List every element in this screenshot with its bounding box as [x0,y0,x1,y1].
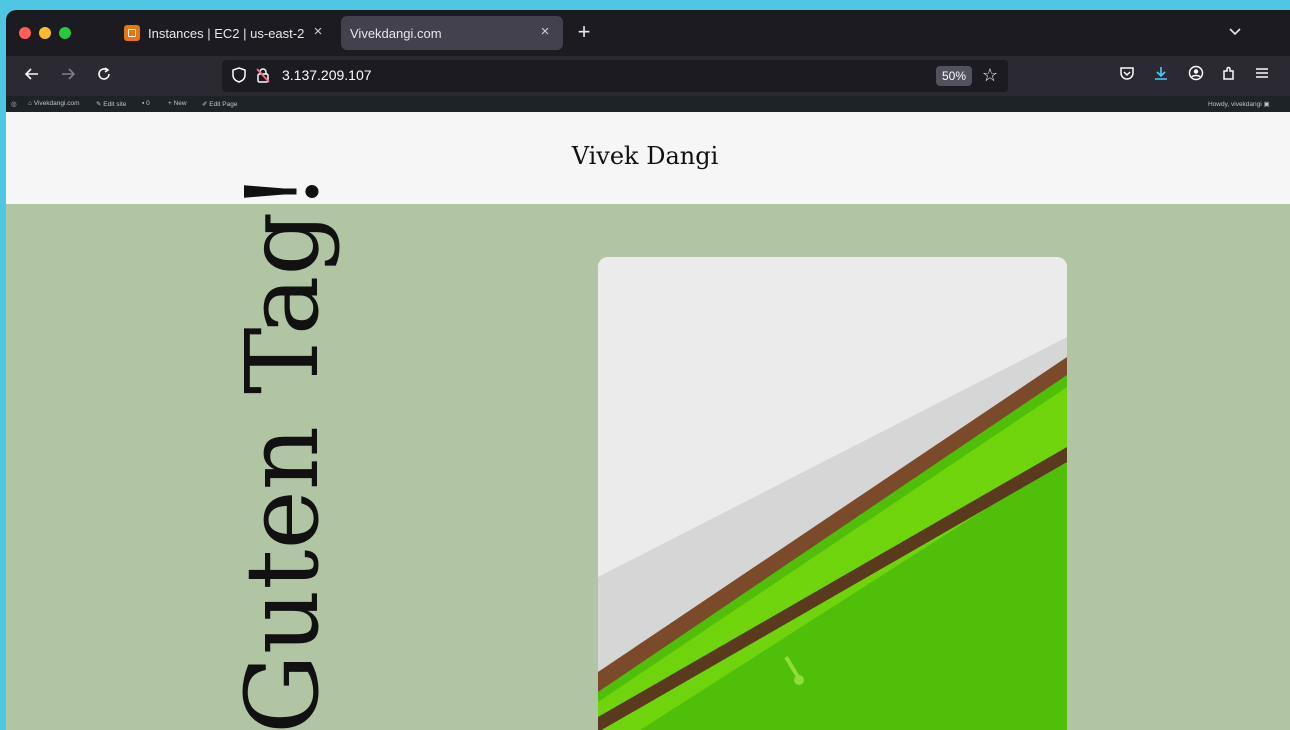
wp-site-name-label: Vivekdangi.com [33,100,80,107]
tab-strip: Instances | EC2 | us-east-2 × Vivekdangi… [6,10,1290,56]
tracking-protection-shield-icon[interactable] [230,66,248,84]
browser-window: Instances | EC2 | us-east-2 × Vivekdangi… [6,10,1290,730]
tab-label: Instances | EC2 | us-east-2 [148,25,305,41]
wordpress-logo-icon[interactable]: ◎ [11,100,17,108]
back-icon[interactable] [20,64,44,88]
minimize-window-button[interactable] [39,27,51,39]
tab-ec2-instances[interactable]: Instances | EC2 | us-east-2 × [116,16,336,50]
bookmark-star-icon[interactable]: ☆ [980,65,1000,85]
close-tab-icon[interactable]: × [310,24,326,40]
wp-new-label: New [173,100,187,107]
tab-label: Vivekdangi.com [350,25,442,41]
wp-edit-page-label: Edit Page [209,101,238,108]
wp-edit-site-label: Edit site [103,101,127,108]
wp-comments-count: 0 [146,100,150,107]
wp-admin-bar: ◎ ⌂ Vivekdangi.com ✎ Edit site ▪ 0 + New… [6,96,1290,112]
hero-image-staircase [598,257,1067,730]
reload-icon[interactable] [92,64,116,88]
url-bar[interactable]: 3.137.209.107 50% ☆ [222,60,1008,92]
menu-icon[interactable] [1251,65,1273,87]
wp-site-name-link[interactable]: ⌂ Vivekdangi.com [28,100,80,107]
new-tab-button[interactable]: + [574,21,594,43]
forward-icon[interactable] [56,64,80,88]
hero-heading: Guten Tag! [224,171,341,730]
account-icon[interactable] [1185,65,1207,87]
wp-new-link[interactable]: + New [168,100,187,107]
close-window-button[interactable] [19,27,31,39]
staircase-illustration [598,257,1067,730]
insecure-lock-icon[interactable] [254,66,272,84]
url-text[interactable]: 3.137.209.107 [282,67,372,83]
aws-ec2-icon [124,25,140,41]
wp-howdy-account[interactable]: Howdy, vivekdangi ▣ [1208,100,1270,108]
navigation-toolbar: 3.137.209.107 50% ☆ [6,56,1290,96]
site-title[interactable]: Vivek Dangi [6,142,1284,170]
site-header: Vivek Dangi [6,112,1290,204]
wp-edit-page-link[interactable]: ✐ Edit Page [202,100,237,108]
tab-vivekdangi[interactable]: Vivekdangi.com × [341,16,563,50]
downloads-icon[interactable] [1150,65,1172,87]
hero-section: Guten Tag! [6,171,1290,730]
pocket-icon[interactable] [1116,65,1138,87]
wp-edit-site-link[interactable]: ✎ Edit site [96,100,126,108]
wp-howdy-label: Howdy, vivekdangi [1208,101,1262,108]
close-tab-icon[interactable]: × [537,24,553,40]
list-all-tabs-icon[interactable] [1226,24,1244,42]
zoom-level-badge[interactable]: 50% [935,66,972,86]
maximize-window-button[interactable] [59,27,71,39]
extensions-icon[interactable] [1218,65,1240,87]
wp-comments-link[interactable]: ▪ 0 [142,100,150,107]
